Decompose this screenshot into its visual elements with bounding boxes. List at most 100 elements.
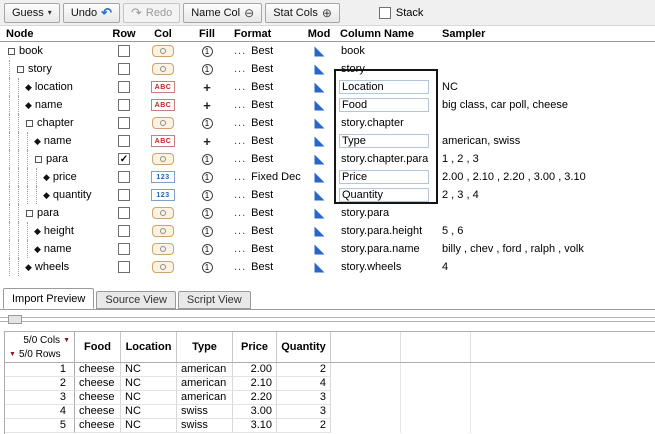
column-header-location[interactable]: Location <box>121 332 177 362</box>
row-number-cell[interactable]: 4 <box>5 405 75 419</box>
format-options-button[interactable]: ... <box>234 45 246 57</box>
fill-one-icon[interactable]: 1 <box>202 172 213 183</box>
tree-guide-line <box>9 132 15 150</box>
excluded-column-icon[interactable] <box>152 243 174 255</box>
excluded-column-icon[interactable] <box>152 45 174 57</box>
excluded-column-icon[interactable] <box>152 261 174 273</box>
column-header-price[interactable]: Price <box>233 332 277 362</box>
character-column-icon[interactable]: ABC <box>151 135 175 147</box>
numeric-column-icon[interactable]: 123 <box>151 189 175 201</box>
excluded-column-icon[interactable] <box>152 207 174 219</box>
columns-menu-button[interactable]: 5/0 Cols ▼ <box>23 335 70 346</box>
row-checkbox[interactable] <box>118 63 130 75</box>
modeling-type-icon[interactable] <box>314 226 325 237</box>
preview-cell: swiss <box>177 405 233 419</box>
column-header-quantity[interactable]: Quantity <box>277 332 331 362</box>
stack-checkbox[interactable] <box>379 7 391 19</box>
modeling-type-icon[interactable] <box>314 244 325 255</box>
fill-one-icon[interactable]: 1 <box>202 154 213 165</box>
fill-one-icon[interactable]: 1 <box>202 190 213 201</box>
numeric-column-icon[interactable]: 123 <box>151 171 175 183</box>
fill-plus-icon[interactable]: + <box>203 136 211 147</box>
fill-one-icon[interactable]: 1 <box>202 118 213 129</box>
excluded-column-icon[interactable] <box>152 63 174 75</box>
splitter-handle[interactable] <box>0 309 655 331</box>
fill-one-icon[interactable]: 1 <box>202 226 213 237</box>
row-checkbox[interactable] <box>118 81 130 93</box>
column-name-input[interactable] <box>339 188 429 202</box>
name-col-button[interactable]: Name Col ⊖ <box>183 3 262 23</box>
modeling-type-icon[interactable] <box>314 46 325 57</box>
column-name-input[interactable] <box>339 134 429 148</box>
modeling-type-icon[interactable] <box>314 154 325 165</box>
tab-script-view[interactable]: Script View <box>178 291 251 309</box>
column-header-food[interactable]: Food <box>75 332 121 362</box>
fill-one-icon[interactable]: 1 <box>202 262 213 273</box>
format-options-button[interactable]: ... <box>234 135 246 147</box>
modeling-type-icon[interactable] <box>314 64 325 75</box>
modeling-type-icon[interactable] <box>314 118 325 129</box>
column-name-input[interactable] <box>339 80 429 94</box>
modeling-type-icon[interactable] <box>314 82 325 93</box>
fill-one-icon[interactable]: 1 <box>202 46 213 57</box>
format-options-button[interactable]: ... <box>234 261 246 273</box>
character-column-icon[interactable]: ABC <box>151 99 175 111</box>
format-options-button[interactable]: ... <box>234 81 246 93</box>
tab-import-preview[interactable]: Import Preview <box>3 288 94 309</box>
format-options-button[interactable]: ... <box>234 99 246 111</box>
row-checkbox[interactable] <box>118 189 130 201</box>
guess-button[interactable]: Guess ▾ <box>4 3 60 23</box>
tab-source-view[interactable]: Source View <box>96 291 176 309</box>
row-checkbox[interactable] <box>118 135 130 147</box>
sampler-cell: 5 , 6 <box>438 225 655 237</box>
row-checkbox[interactable] <box>118 171 130 183</box>
table-row: 2cheeseNCamerican2.104 <box>5 377 655 391</box>
row-number-cell[interactable]: 3 <box>5 391 75 405</box>
excluded-column-icon[interactable] <box>152 117 174 129</box>
format-options-button[interactable]: ... <box>234 117 246 129</box>
row-checkbox[interactable] <box>118 99 130 111</box>
row-checkbox[interactable] <box>118 225 130 237</box>
modeling-type-icon[interactable] <box>314 262 325 273</box>
format-options-button[interactable]: ... <box>234 63 246 75</box>
row-checkbox[interactable] <box>118 261 130 273</box>
row-number-cell[interactable]: 2 <box>5 377 75 391</box>
excluded-column-icon[interactable] <box>152 153 174 165</box>
preview-cell: cheese <box>75 391 121 405</box>
format-options-button[interactable]: ... <box>234 225 246 237</box>
column-header-type[interactable]: Type <box>177 332 233 362</box>
row-checkbox[interactable]: ✓ <box>118 153 130 165</box>
undo-button[interactable]: Undo ↶ <box>63 3 120 23</box>
rows-menu-button[interactable]: ▼ 5/0 Rows <box>9 349 61 360</box>
modeling-type-icon[interactable] <box>314 136 325 147</box>
fill-one-icon[interactable]: 1 <box>202 208 213 219</box>
format-options-button[interactable]: ... <box>234 153 246 165</box>
format-label: Best <box>251 261 273 273</box>
fill-one-icon[interactable]: 1 <box>202 64 213 75</box>
format-options-button[interactable]: ... <box>234 189 246 201</box>
row-number-cell[interactable]: 5 <box>5 419 75 433</box>
modeling-type-icon[interactable] <box>314 172 325 183</box>
fill-plus-icon[interactable]: + <box>203 100 211 111</box>
format-options-button[interactable]: ... <box>234 171 246 183</box>
fill-plus-icon[interactable]: + <box>203 82 211 93</box>
column-name-input[interactable] <box>339 98 429 112</box>
modeling-type-icon[interactable] <box>314 208 325 219</box>
format-options-button[interactable]: ... <box>234 207 246 219</box>
character-column-icon[interactable]: ABC <box>151 81 175 93</box>
format-options-button[interactable]: ... <box>234 243 246 255</box>
stat-cols-button[interactable]: Stat Cols ⊕ <box>265 3 340 23</box>
excluded-column-icon[interactable] <box>152 225 174 237</box>
row-checkbox[interactable] <box>118 117 130 129</box>
row-checkbox[interactable] <box>118 45 130 57</box>
column-name-input[interactable] <box>339 170 429 184</box>
row-checkbox[interactable] <box>118 243 130 255</box>
fill-one-icon[interactable]: 1 <box>202 244 213 255</box>
column-header-mod: Mod <box>302 28 336 40</box>
column-name-cell: story.chapter <box>336 117 438 129</box>
modeling-type-icon[interactable] <box>314 100 325 111</box>
redo-button[interactable]: ↷ Redo <box>123 3 180 23</box>
modeling-type-icon[interactable] <box>314 190 325 201</box>
row-number-cell[interactable]: 1 <box>5 363 75 377</box>
row-checkbox[interactable] <box>118 207 130 219</box>
